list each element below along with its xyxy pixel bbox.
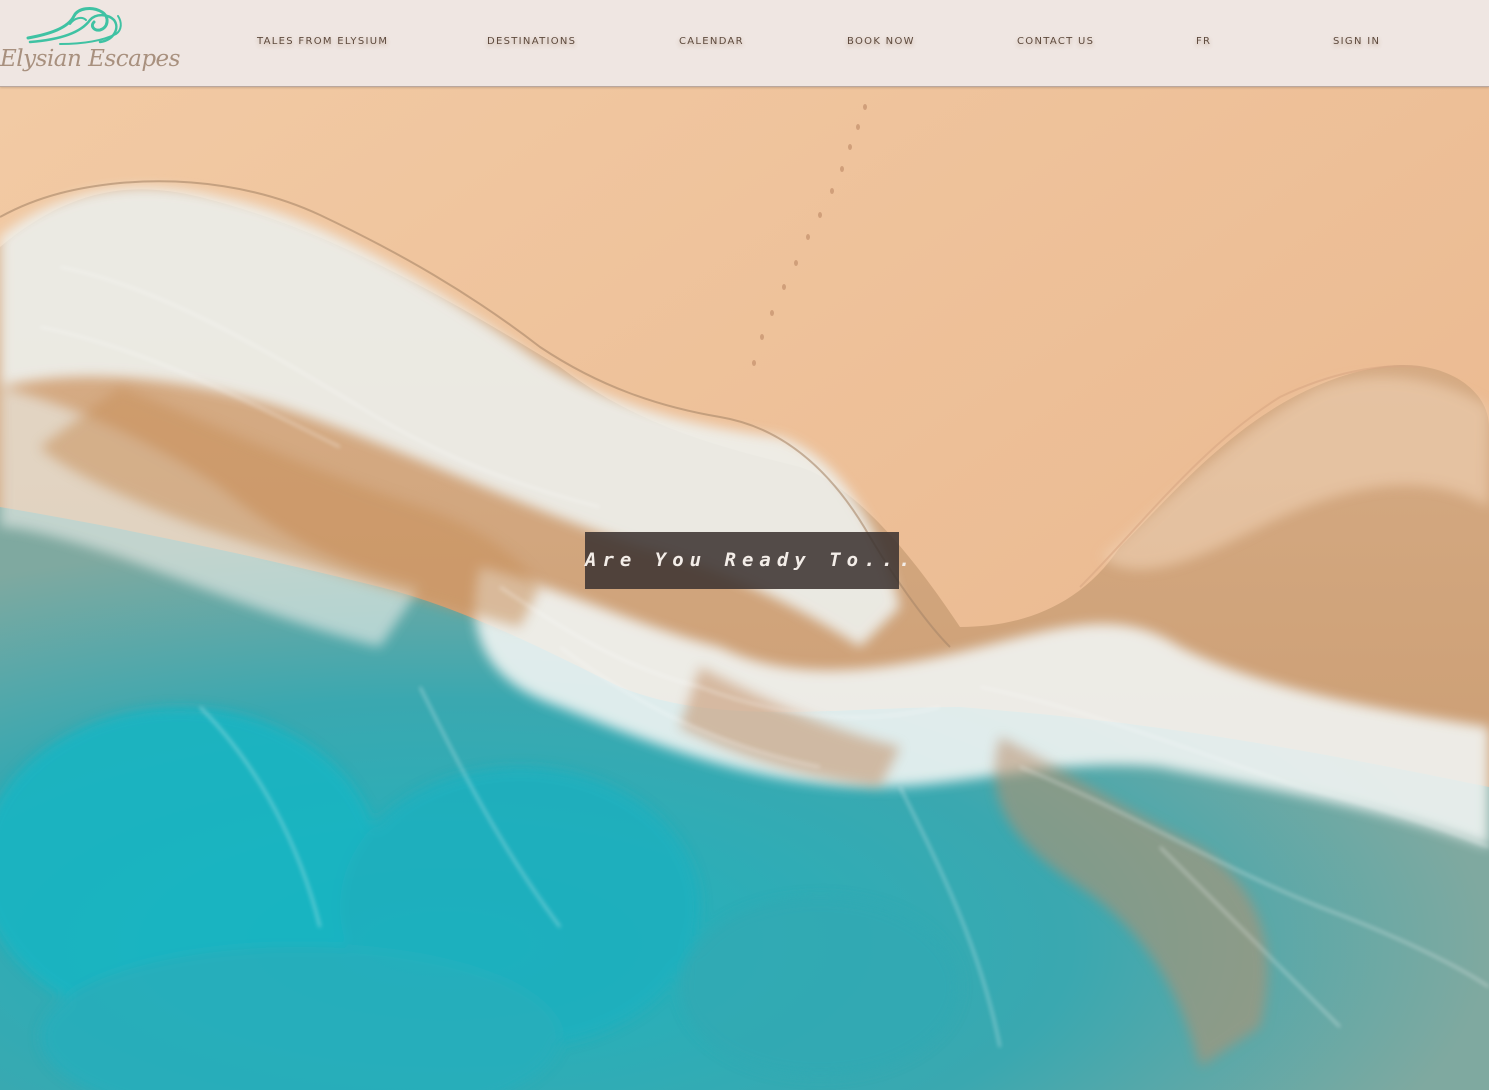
site-header: Elysian Escapes TALES FROM ELYSIUM DESTI… (0, 0, 1489, 87)
page: Elysian Escapes TALES FROM ELYSIUM DESTI… (0, 0, 1489, 1090)
nav-contact-us[interactable]: CONTACT US (1017, 33, 1094, 51)
nav-destinations[interactable]: DESTINATIONS (487, 33, 576, 51)
nav-tales-from-elysium[interactable]: TALES FROM ELYSIUM (257, 33, 388, 51)
logo[interactable]: Elysian Escapes (0, 4, 180, 80)
hero-cta[interactable]: Are You Ready To... (585, 532, 910, 589)
brand-name: Elysian Escapes (0, 46, 180, 72)
nav-calendar[interactable]: CALENDAR (679, 33, 744, 51)
nav-book-now[interactable]: BOOK NOW (847, 33, 915, 51)
wave-icon (26, 7, 122, 45)
nav-sign-in[interactable]: SIGN IN (1333, 33, 1380, 51)
nav-language-fr[interactable]: FR (1196, 33, 1211, 51)
